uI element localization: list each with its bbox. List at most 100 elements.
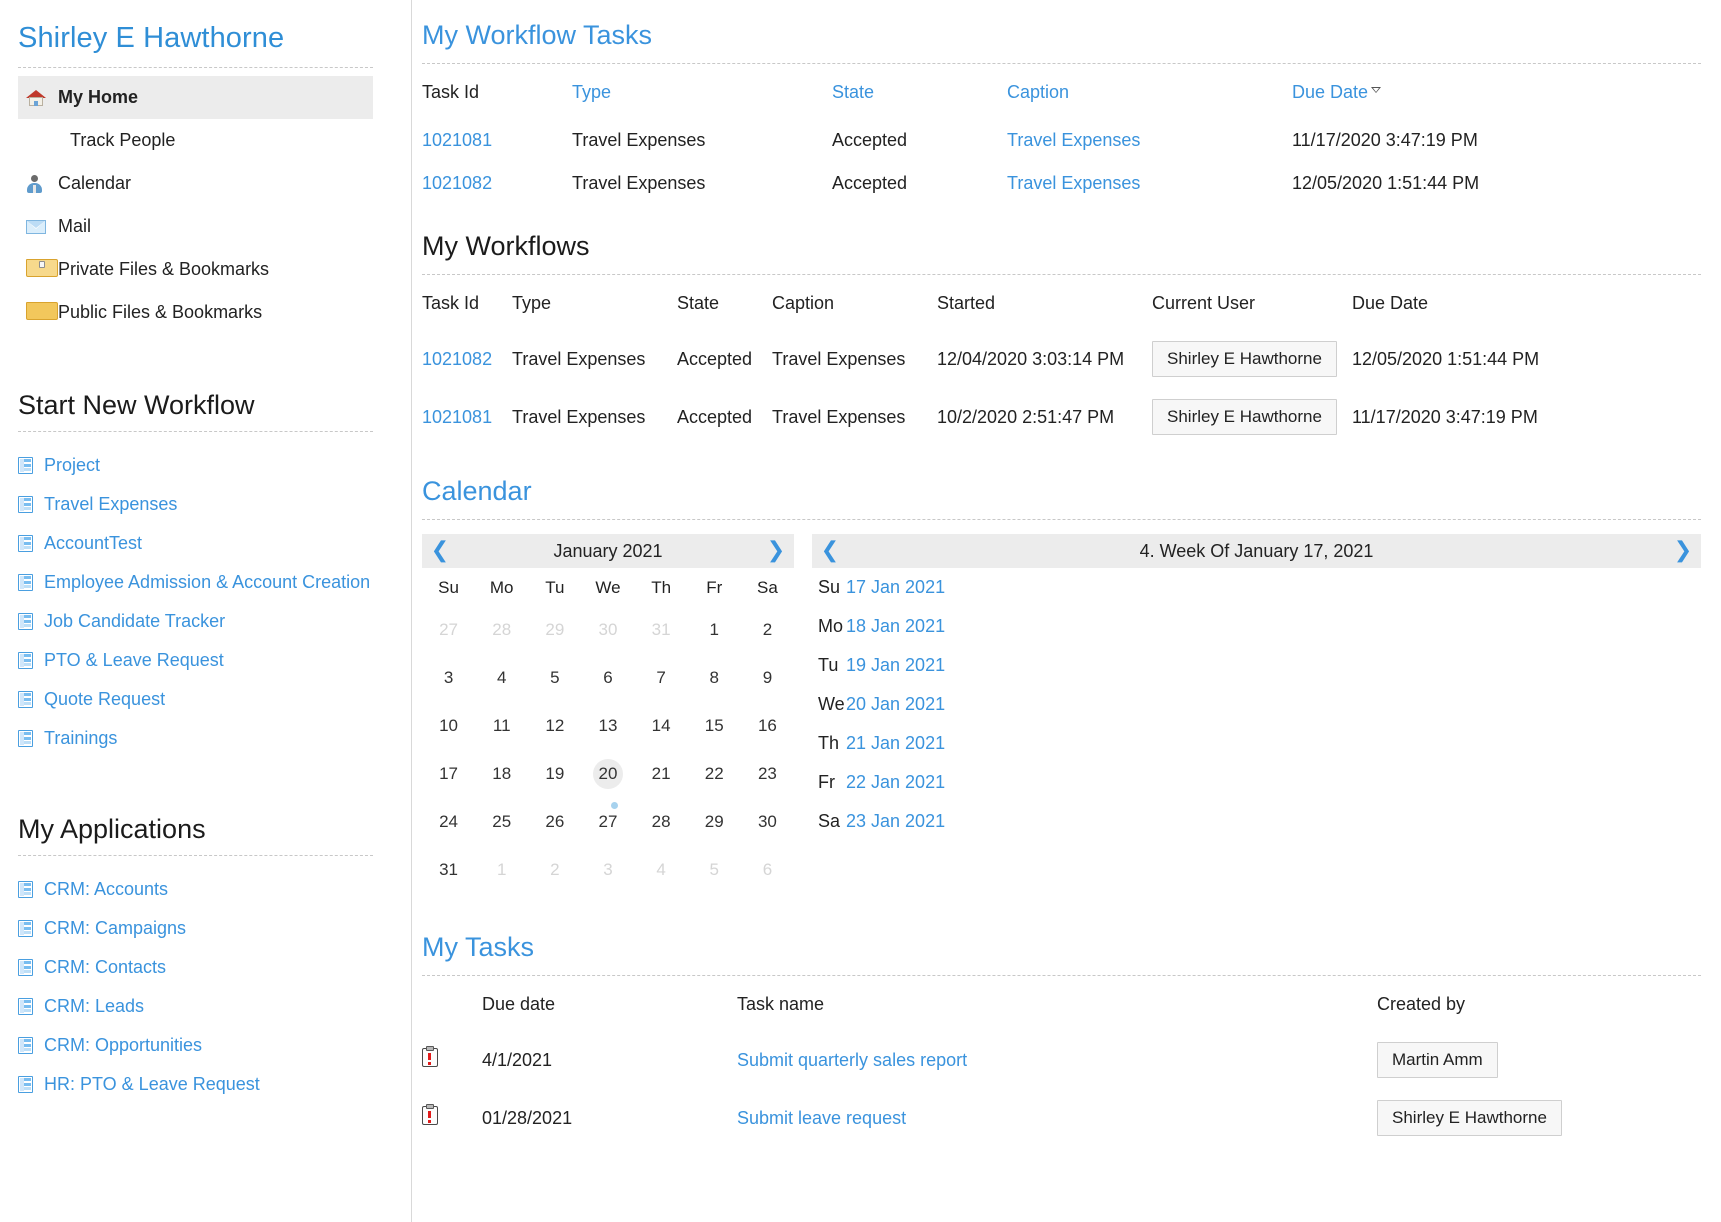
day-cell[interactable]: 9 (741, 654, 794, 702)
day-cell[interactable]: 18 (475, 750, 528, 798)
task-id-link[interactable]: 1021081 (422, 407, 492, 427)
day-cell[interactable]: 15 (688, 702, 741, 750)
workflow-link-trainings[interactable]: Trainings (18, 719, 373, 758)
cell-task-id[interactable]: 1021081 (422, 119, 572, 162)
week-day-date-link[interactable]: 18 Jan 2021 (846, 616, 945, 636)
day-cell[interactable]: 29 (688, 798, 741, 846)
col-caption[interactable]: Caption (1007, 64, 1292, 119)
app-link-crm-leads[interactable]: CRM: Leads (18, 987, 373, 1026)
current-user-button[interactable]: Shirley E Hawthorne (1152, 341, 1337, 377)
week-day-date-link[interactable]: 21 Jan 2021 (846, 733, 945, 753)
day-cell[interactable]: 27 (422, 606, 475, 654)
day-cell[interactable]: 31 (635, 606, 688, 654)
workflow-link-accounttest[interactable]: AccountTest (18, 524, 373, 563)
sidebar-item-mail[interactable]: Mail (18, 205, 373, 248)
day-cell[interactable]: 7 (635, 654, 688, 702)
day-cell[interactable]: 6 (581, 654, 634, 702)
day-cell[interactable]: 4 (475, 654, 528, 702)
task-name-link[interactable]: Submit quarterly sales report (737, 1050, 967, 1070)
day-cell[interactable]: 2 (741, 606, 794, 654)
created-by-button[interactable]: Martin Amm (1377, 1042, 1498, 1078)
created-by-button[interactable]: Shirley E Hawthorne (1377, 1100, 1562, 1136)
week-day-date-link[interactable]: 17 Jan 2021 (846, 577, 945, 597)
cell-task-name[interactable]: Submit leave request (737, 1089, 1377, 1147)
day-cell[interactable]: 16 (741, 702, 794, 750)
day-cell[interactable]: 29 (528, 606, 581, 654)
day-cell[interactable]: 5 (688, 846, 741, 894)
day-cell[interactable]: 8 (688, 654, 741, 702)
cell-task-id[interactable]: 1021081 (422, 388, 512, 446)
day-cell[interactable]: 3 (581, 846, 634, 894)
day-cell[interactable]: 30 (741, 798, 794, 846)
week-day-date-link[interactable]: 22 Jan 2021 (846, 772, 945, 792)
day-cell[interactable]: 24 (422, 798, 475, 846)
task-name-link[interactable]: Submit leave request (737, 1108, 906, 1128)
day-cell[interactable]: 1 (688, 606, 741, 654)
workflow-link-job-candidate-tracker[interactable]: Job Candidate Tracker (18, 602, 373, 641)
day-cell[interactable]: 20 (581, 750, 634, 798)
app-link-crm-campaigns[interactable]: CRM: Campaigns (18, 909, 373, 948)
day-cell[interactable]: 3 (422, 654, 475, 702)
day-cell[interactable]: 2 (528, 846, 581, 894)
day-cell[interactable]: 19 (528, 750, 581, 798)
chevron-right-icon[interactable]: ❯ (766, 540, 786, 562)
sidebar-item-my-home[interactable]: My Home (18, 76, 373, 119)
day-cell[interactable]: 1 (475, 846, 528, 894)
day-cell[interactable]: 22 (688, 750, 741, 798)
task-id-link[interactable]: 1021082 (422, 173, 492, 193)
workflow-link-project[interactable]: Project (18, 446, 373, 485)
current-user-button[interactable]: Shirley E Hawthorne (1152, 399, 1337, 435)
workflow-link-pto-leave-request[interactable]: PTO & Leave Request (18, 641, 373, 680)
day-cell[interactable]: 4 (635, 846, 688, 894)
task-id-link[interactable]: 1021082 (422, 349, 492, 369)
app-link-crm-contacts[interactable]: CRM: Contacts (18, 948, 373, 987)
day-cell[interactable]: 23 (741, 750, 794, 798)
caption-link[interactable]: Travel Expenses (1007, 173, 1140, 193)
day-cell[interactable]: 17 (422, 750, 475, 798)
day-cell[interactable]: 11 (475, 702, 528, 750)
cell-task-id[interactable]: 1021082 (422, 162, 572, 205)
month-calendar-header: ❮ January 2021 ❯ (422, 534, 794, 568)
chevron-left-icon[interactable]: ❮ (430, 540, 450, 562)
sidebar-item-public-files[interactable]: Public Files & Bookmarks (18, 291, 373, 334)
sidebar-item-calendar[interactable]: Calendar (18, 162, 373, 205)
workflow-link-employee-admission[interactable]: Employee Admission & Account Creation (18, 563, 373, 602)
day-cell[interactable]: 13 (581, 702, 634, 750)
week-day-date-link[interactable]: 20 Jan 2021 (846, 694, 945, 714)
col-type[interactable]: Type (572, 64, 832, 119)
sidebar-item-track-people[interactable]: Track People (18, 119, 373, 162)
day-cell[interactable]: 10 (422, 702, 475, 750)
col-state[interactable]: State (832, 64, 1007, 119)
chevron-left-icon[interactable]: ❮ (820, 540, 840, 562)
cell-caption[interactable]: Travel Expenses (1007, 162, 1292, 205)
task-id-link[interactable]: 1021081 (422, 130, 492, 150)
cell-task-id[interactable]: 1021082 (422, 330, 512, 388)
day-cell[interactable]: 12 (528, 702, 581, 750)
chevron-right-icon[interactable]: ❯ (1673, 540, 1693, 562)
cell-caption: Travel Expenses (772, 406, 906, 427)
app-link-crm-opportunities[interactable]: CRM: Opportunities (18, 1026, 373, 1065)
day-cell[interactable]: 27 (581, 798, 634, 846)
cell-caption[interactable]: Travel Expenses (1007, 119, 1292, 162)
sidebar-item-private-files[interactable]: Private Files & Bookmarks (18, 248, 373, 291)
day-cell[interactable]: 28 (475, 606, 528, 654)
day-cell[interactable]: 31 (422, 846, 475, 894)
day-cell[interactable]: 14 (635, 702, 688, 750)
app-link-crm-accounts[interactable]: CRM: Accounts (18, 870, 373, 909)
day-cell[interactable]: 28 (635, 798, 688, 846)
day-cell[interactable]: 6 (741, 846, 794, 894)
week-day-date-link[interactable]: 19 Jan 2021 (846, 655, 945, 675)
day-cell[interactable]: 21 (635, 750, 688, 798)
cell-task-name[interactable]: Submit quarterly sales report (737, 1031, 1377, 1089)
day-cell[interactable]: 30 (581, 606, 634, 654)
week-day-date-link[interactable]: 23 Jan 2021 (846, 811, 945, 831)
col-due-date[interactable]: Due Date (1292, 64, 1701, 119)
day-cell[interactable]: 26 (528, 798, 581, 846)
caption-link[interactable]: Travel Expenses (1007, 130, 1140, 150)
sort-descending-icon (1371, 87, 1382, 93)
workflow-link-quote-request[interactable]: Quote Request (18, 680, 373, 719)
workflow-link-travel-expenses[interactable]: Travel Expenses (18, 485, 373, 524)
app-link-hr-pto-leave-request[interactable]: HR: PTO & Leave Request (18, 1065, 373, 1104)
day-cell[interactable]: 5 (528, 654, 581, 702)
day-cell[interactable]: 25 (475, 798, 528, 846)
